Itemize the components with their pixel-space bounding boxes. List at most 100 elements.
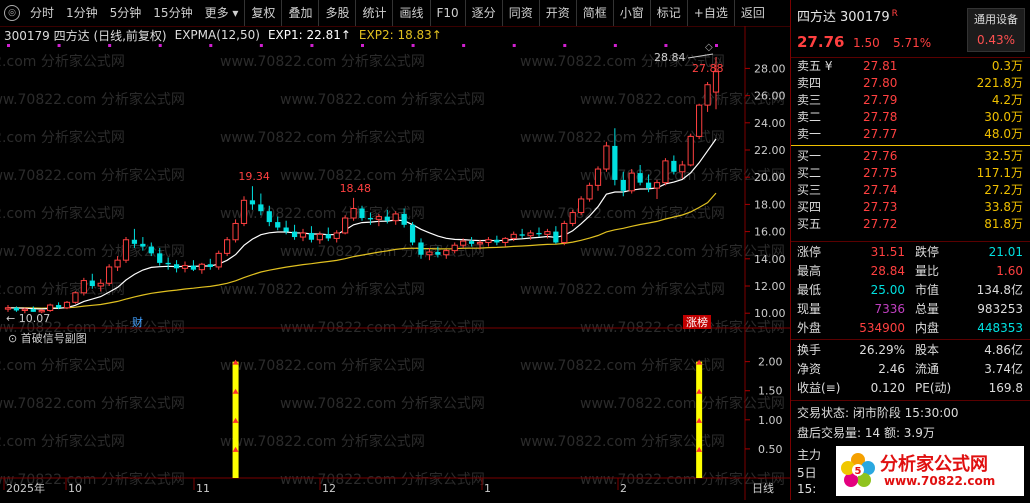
y-tick-label: 16.00 bbox=[754, 226, 786, 239]
candle-body bbox=[409, 224, 416, 243]
stat-key: 流通 bbox=[915, 362, 940, 376]
x-tick-label: 1 bbox=[484, 482, 491, 495]
orderbook-row[interactable]: 买五 27.72 81.8万 bbox=[791, 216, 1030, 233]
btn-fanhui[interactable]: 返回 bbox=[733, 0, 771, 26]
candle-body bbox=[476, 241, 484, 245]
marker-dot bbox=[664, 44, 668, 47]
stat-key: 跌停 bbox=[915, 245, 940, 259]
stat-value: 26.29% bbox=[859, 343, 905, 357]
btn-f10[interactable]: F10 bbox=[429, 0, 465, 26]
divider bbox=[791, 241, 1030, 242]
stat-row: 外盘 534900 内盘 448353 bbox=[791, 319, 1030, 338]
btn-zhufen[interactable]: 逐分 bbox=[464, 0, 502, 26]
watermark-text: www.70822.com 分析家公式网 bbox=[280, 395, 485, 412]
orderbook-row[interactable]: 卖二 27.78 30.0万 bbox=[791, 109, 1030, 126]
ob-price: 27.74 bbox=[863, 183, 898, 197]
btn-fuquan[interactable]: 复权 bbox=[244, 0, 281, 26]
sector-button[interactable]: 通用设备 0.43% bbox=[967, 8, 1025, 52]
y-tick-label: 18.00 bbox=[754, 198, 786, 211]
candle-body bbox=[612, 145, 618, 180]
candle-body bbox=[367, 218, 374, 220]
settings-icon[interactable]: ◎ bbox=[4, 5, 20, 21]
tab-5min[interactable]: 5分钟 bbox=[104, 0, 148, 26]
y-tick-label: 24.00 bbox=[754, 117, 786, 130]
candle-body bbox=[569, 212, 576, 224]
x-tick-label: 11 bbox=[196, 482, 210, 495]
tab-fenshi[interactable]: 分时 bbox=[24, 0, 60, 26]
btn-xiaochuang[interactable]: 小窗 bbox=[612, 0, 650, 26]
candle-body bbox=[418, 242, 424, 255]
btn-duogu[interactable]: 多股 bbox=[318, 0, 355, 26]
watermark-text: www.70822.com 分析家公式网 bbox=[220, 129, 425, 146]
orderbook-row[interactable]: 卖三 27.79 4.2万 bbox=[791, 92, 1030, 109]
candle-body bbox=[63, 301, 71, 309]
tab-more[interactable]: 更多 ▾ bbox=[199, 0, 245, 26]
stock-name-title: 四方达 300179 R bbox=[797, 6, 898, 25]
ob-volume: 221.8万 bbox=[976, 76, 1023, 90]
app-window: ◎ 分时 1分钟 5分钟 15分钟 更多 ▾ 复权 叠加 多股 统计 画线 F1… bbox=[0, 0, 1030, 500]
candle-body bbox=[653, 182, 661, 189]
watermark-text: www.70822.com 分析家公式网 bbox=[0, 395, 185, 412]
btn-tongji[interactable]: 统计 bbox=[355, 0, 392, 26]
stat-key: 量比 bbox=[915, 264, 940, 278]
orderbook-row[interactable]: 买二 27.75 117.1万 bbox=[791, 165, 1030, 182]
stat-row: 净资 2.46 流通 3.74亿 bbox=[791, 360, 1030, 379]
btn-diejia[interactable]: 叠加 bbox=[281, 0, 318, 26]
ob-volume: 32.5万 bbox=[984, 149, 1023, 163]
marker-dot bbox=[209, 44, 213, 47]
ob-price: 27.78 bbox=[863, 110, 898, 124]
candle-body bbox=[80, 280, 87, 294]
tab-15min[interactable]: 15分钟 bbox=[147, 0, 198, 26]
five-day-label[interactable]: 5日 bbox=[797, 464, 817, 481]
candle-body bbox=[308, 232, 315, 240]
toolbar: ◎ 分时 1分钟 5分钟 15分钟 更多 ▾ 复权 叠加 多股 统计 画线 F1… bbox=[0, 0, 790, 27]
candle-body bbox=[620, 179, 626, 191]
btn-zixuan[interactable]: +自选 bbox=[686, 0, 734, 26]
stat-row: 现量 7336 总量 983253 bbox=[791, 300, 1030, 319]
main-force-label[interactable]: 主力 bbox=[797, 446, 821, 463]
stat-row: 换手 26.29% 股本 4.86亿 bbox=[791, 341, 1030, 360]
btn-jiankuang[interactable]: 简框 bbox=[575, 0, 613, 26]
btn-biaoji[interactable]: 标记 bbox=[649, 0, 687, 26]
watermark-text: www.70822.com 分析家公式网 bbox=[520, 281, 725, 298]
marker-dot bbox=[57, 44, 61, 47]
kline-chart[interactable]: www.70822.com 分析家公式网 www.70822.com 分析家公式网… bbox=[0, 26, 790, 500]
watermark-text: www.70822.com 分析家公式网 bbox=[0, 205, 125, 222]
stat-key: 换手 bbox=[797, 343, 822, 357]
ob-price: 27.72 bbox=[863, 217, 898, 231]
orderbook-row[interactable]: 买四 27.73 33.8万 bbox=[791, 199, 1030, 216]
candle-body bbox=[628, 172, 635, 192]
stock-code: 300179 bbox=[840, 10, 890, 25]
site-logo[interactable]: 5 分析家公式网 www.70822.com bbox=[836, 446, 1024, 496]
marker-dot bbox=[462, 44, 466, 47]
orderbook-row[interactable]: 买一 27.76 32.5万 bbox=[791, 148, 1030, 165]
ob-volume: 48.0万 bbox=[984, 127, 1023, 141]
ob-price: 27.77 bbox=[863, 127, 898, 141]
orderbook-row[interactable]: 卖五 ¥ 27.81 0.3万 bbox=[791, 58, 1030, 75]
logo-title: 分析家公式网 bbox=[880, 454, 988, 475]
orderbook-row[interactable]: 买三 27.74 27.2万 bbox=[791, 182, 1030, 199]
candle-body bbox=[190, 265, 197, 270]
sector-pct: 0.43% bbox=[976, 33, 1016, 47]
btn-tongzi[interactable]: 同资 bbox=[501, 0, 539, 26]
indicator-name[interactable]: EXPMA(12,50) bbox=[175, 28, 260, 42]
stat-key: 收益(≡) bbox=[797, 381, 841, 395]
flower-icon: 5 bbox=[841, 453, 875, 487]
candle-body bbox=[333, 232, 340, 239]
orderbook-row[interactable]: 卖四 27.80 221.8万 bbox=[791, 75, 1030, 92]
watermark-text: www.70822.com 分析家公式网 bbox=[520, 205, 725, 222]
chart-area[interactable]: www.70822.com 分析家公式网 www.70822.com 分析家公式网… bbox=[0, 26, 790, 500]
ob-label: 买三 bbox=[797, 183, 822, 197]
candle-body bbox=[494, 239, 500, 243]
btn-huaxian[interactable]: 画线 bbox=[392, 0, 429, 26]
stat-row: 涨停 31.51 跌停 21.01 bbox=[791, 243, 1030, 262]
btn-kaizi[interactable]: 开资 bbox=[538, 0, 576, 26]
watermark-text: www.70822.com 分析家公式网 bbox=[280, 471, 485, 488]
tab-1min[interactable]: 1分钟 bbox=[60, 0, 104, 26]
sub-y-label: 1.50 bbox=[758, 385, 783, 398]
low-label: ← 10.07 bbox=[6, 312, 50, 325]
candle-body bbox=[426, 251, 433, 256]
orderbook-row[interactable]: 卖一 27.77 48.0万 bbox=[791, 126, 1030, 143]
marker-dot bbox=[310, 44, 314, 47]
candle-body bbox=[140, 243, 146, 247]
